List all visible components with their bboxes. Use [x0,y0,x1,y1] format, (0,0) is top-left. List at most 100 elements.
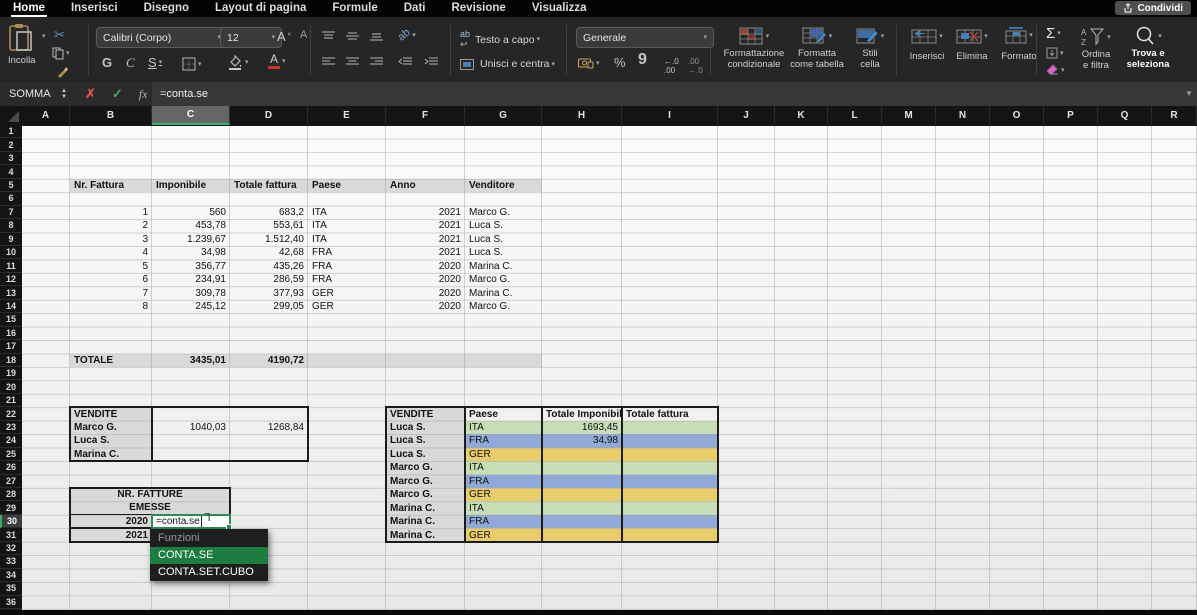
increase-decimal-icon[interactable]: ←.0.00 [664,57,679,75]
cell-B14[interactable]: 8 [70,300,152,313]
cell-G12[interactable]: Marco G. [465,273,542,286]
row-header-7[interactable]: 7 [0,206,22,219]
cell-F11[interactable]: 2020 [386,259,465,272]
bold-button[interactable]: G [102,55,112,70]
row-header-8[interactable]: 8 [0,219,22,232]
autosum-icon[interactable]: Σ▾ [1046,25,1061,42]
share-button[interactable]: Condividi [1115,1,1191,15]
row-header-9[interactable]: 9 [0,233,22,246]
tab-visualizza[interactable]: Visualizza [530,1,589,17]
column-header-F[interactable]: F [386,106,465,125]
confirm-icon[interactable]: ✓ [112,86,123,102]
row-header-23[interactable]: 23 [0,421,22,434]
tab-dati[interactable]: Dati [402,1,428,17]
dropdown-item-1[interactable]: CONTA.SET.CUBO [150,564,268,581]
row-header-20[interactable]: 20 [0,380,22,393]
align-middle-icon[interactable] [346,31,359,41]
cell-E11[interactable]: FRA [308,259,386,272]
row-header-31[interactable]: 31 [0,528,22,541]
row-header-29[interactable]: 29 [0,501,22,514]
font-size-select[interactable]: 12▾ [220,27,282,48]
cell-G5[interactable]: Venditore [465,179,542,192]
column-header-B[interactable]: B [70,106,152,125]
cell-C9[interactable]: 1.239,67 [152,233,230,246]
name-box-stepper[interactable]: ▲▼ [61,88,67,100]
column-header-O[interactable]: O [990,106,1044,125]
increase-indent-icon[interactable] [424,57,438,67]
fill-down-icon[interactable]: ▾ [1046,47,1064,59]
active-cell-editor[interactable]: =conta.seꞀ [151,514,231,529]
column-header-J[interactable]: J [718,106,775,125]
row-header-6[interactable]: 6 [0,192,22,205]
row-header-35[interactable]: 35 [0,582,22,595]
cell-E7[interactable]: ITA [308,206,386,219]
cell-F8[interactable]: 2021 [386,219,465,232]
row-header-32[interactable]: 32 [0,542,22,555]
tab-formule[interactable]: Formule [330,1,379,17]
column-header-D[interactable]: D [230,106,308,125]
fill-color-icon[interactable]: ▾ [228,55,249,70]
cell-F5[interactable]: Anno [386,179,465,192]
merge-center-button[interactable]: Unisci e centra ▾ [460,58,555,70]
column-header-G[interactable]: G [465,106,542,125]
cell-C11[interactable]: 356,77 [152,259,230,272]
cell-C18[interactable]: 3435,01 [152,354,230,367]
currency-icon[interactable]: ▾ [578,57,600,69]
cell-E12[interactable]: FRA [308,273,386,286]
decrease-decimal-icon[interactable]: .00→.0 [688,57,703,75]
number-format-select[interactable]: Generale▾ [576,27,714,48]
format-painter-icon[interactable] [56,65,69,78]
font-color-icon[interactable]: A ▾ [268,53,286,69]
cell-E8[interactable]: ITA [308,219,386,232]
conditional-formatting-button[interactable]: ▾ Formattazionecondizionale [722,27,786,70]
cell-E10[interactable]: FRA [308,246,386,259]
cell-E9[interactable]: ITA [308,233,386,246]
cell-C8[interactable]: 453,78 [152,219,230,232]
cell-E14[interactable]: GER [308,300,386,313]
cell-F14[interactable]: 2020 [386,300,465,313]
cell-B13[interactable]: 7 [70,286,152,299]
paste-chevron[interactable]: ▾ [42,33,46,40]
row-header-4[interactable]: 4 [0,165,22,178]
insert-cells-button[interactable]: ▾ Inserisci [904,29,950,63]
cell-D5[interactable]: Totale fattura [230,179,308,192]
column-header-M[interactable]: M [882,106,936,125]
cancel-icon[interactable]: ✗ [85,86,96,102]
cell-D18[interactable]: 4190,72 [230,354,308,367]
row-header-21[interactable]: 21 [0,394,22,407]
name-box[interactable]: SOMMA [0,88,59,100]
row-header-33[interactable]: 33 [0,555,22,568]
column-header-E[interactable]: E [308,106,386,125]
fx-icon[interactable]: fx [139,87,148,102]
cell-F12[interactable]: 2020 [386,273,465,286]
cell-B18[interactable]: TOTALE [70,354,152,367]
cell-G11[interactable]: Marina C. [465,259,542,272]
increase-font-icon[interactable]: A^ [277,29,291,44]
row-header-17[interactable]: 17 [0,340,22,353]
column-header-H[interactable]: H [542,106,622,125]
delete-cells-button[interactable]: ▾ Elimina [950,29,994,63]
cell-C14[interactable]: 245,12 [152,300,230,313]
row-header-28[interactable]: 28 [0,488,22,501]
cell-E13[interactable]: GER [308,286,386,299]
row-header-19[interactable]: 19 [0,367,22,380]
row-header-30[interactable]: 30 [0,515,22,528]
select-all-corner[interactable] [0,106,22,125]
cell-D10[interactable]: 42,68 [230,246,308,259]
row-header-22[interactable]: 22 [0,407,22,420]
tab-disegno[interactable]: Disegno [142,1,191,17]
cell-C5[interactable]: Imponibile [152,179,230,192]
cell-D7[interactable]: 683,2 [230,206,308,219]
align-top-icon[interactable] [322,31,335,41]
orientation-icon[interactable]: ab▾ [398,29,416,41]
copy-icon[interactable]: ▾ [52,47,70,60]
column-header-A[interactable]: A [22,106,70,125]
column-header-Q[interactable]: Q [1098,106,1152,125]
align-right-icon[interactable] [370,57,383,67]
row-header-18[interactable]: 18 [0,354,22,367]
align-left-icon[interactable] [322,57,335,67]
wrap-text-button[interactable]: ab↩ Testo a capo ▾ [460,29,540,50]
cell-D14[interactable]: 299,05 [230,300,308,313]
find-select-button[interactable]: ▾ Trova eseleziona [1122,25,1174,70]
clear-eraser-icon[interactable]: ▾ [1046,64,1065,76]
